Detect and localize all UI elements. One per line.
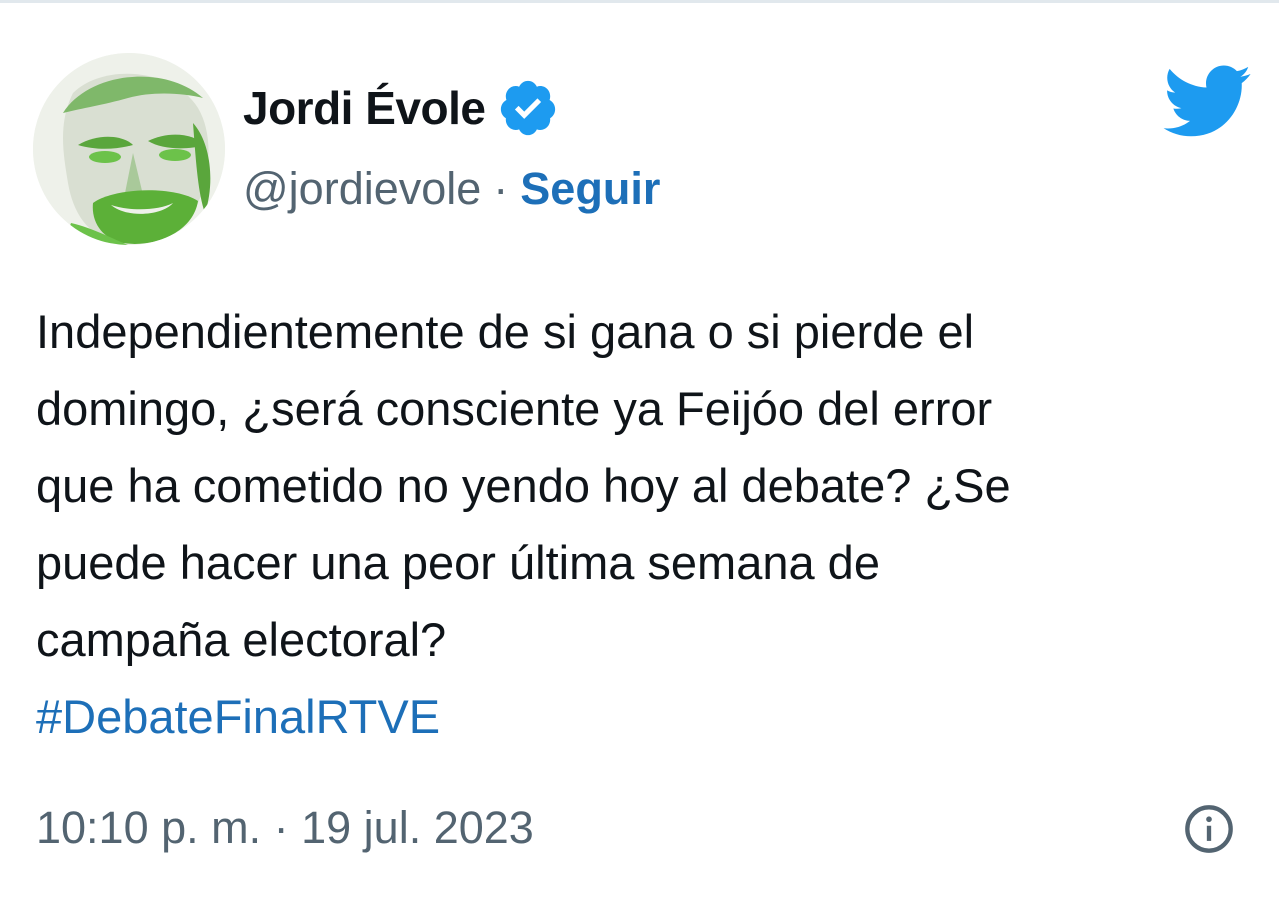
tweet-line: Independientemente de si gana o si pierd… (36, 305, 975, 358)
handle[interactable]: @jordievole (243, 163, 481, 215)
tweet-text: Independientemente de si gana o si pierd… (36, 293, 1236, 755)
tweet-timestamp[interactable]: 10:10 p. m. · 19 jul. 2023 (36, 793, 534, 863)
tweet-line: campaña electoral? (36, 613, 447, 666)
hashtag-link[interactable]: #DebateFinalRTVE (36, 678, 1236, 755)
tweet-line: que ha cometido no yendo hoy al debate? … (36, 459, 1011, 512)
author-name-row: Jordi Évole (243, 73, 559, 143)
display-name[interactable]: Jordi Évole (243, 81, 486, 135)
avatar[interactable] (33, 53, 225, 245)
profile-photo (33, 53, 225, 245)
tweet-line: domingo, ¿será consciente ya Feijóo del … (36, 382, 993, 435)
separator-dot: · (493, 163, 509, 214)
author-handle-row: @jordievole · Seguir (243, 153, 660, 225)
follow-button[interactable]: Seguir (520, 163, 660, 215)
tweet-line: puede hacer una peor última semana de (36, 536, 880, 589)
info-icon[interactable] (1183, 803, 1235, 855)
twitter-bird-icon[interactable] (1160, 61, 1252, 141)
tweet-card: Jordi Évole @jordievole · Seguir Indepen… (0, 0, 1279, 900)
verified-badge-icon (497, 77, 559, 139)
